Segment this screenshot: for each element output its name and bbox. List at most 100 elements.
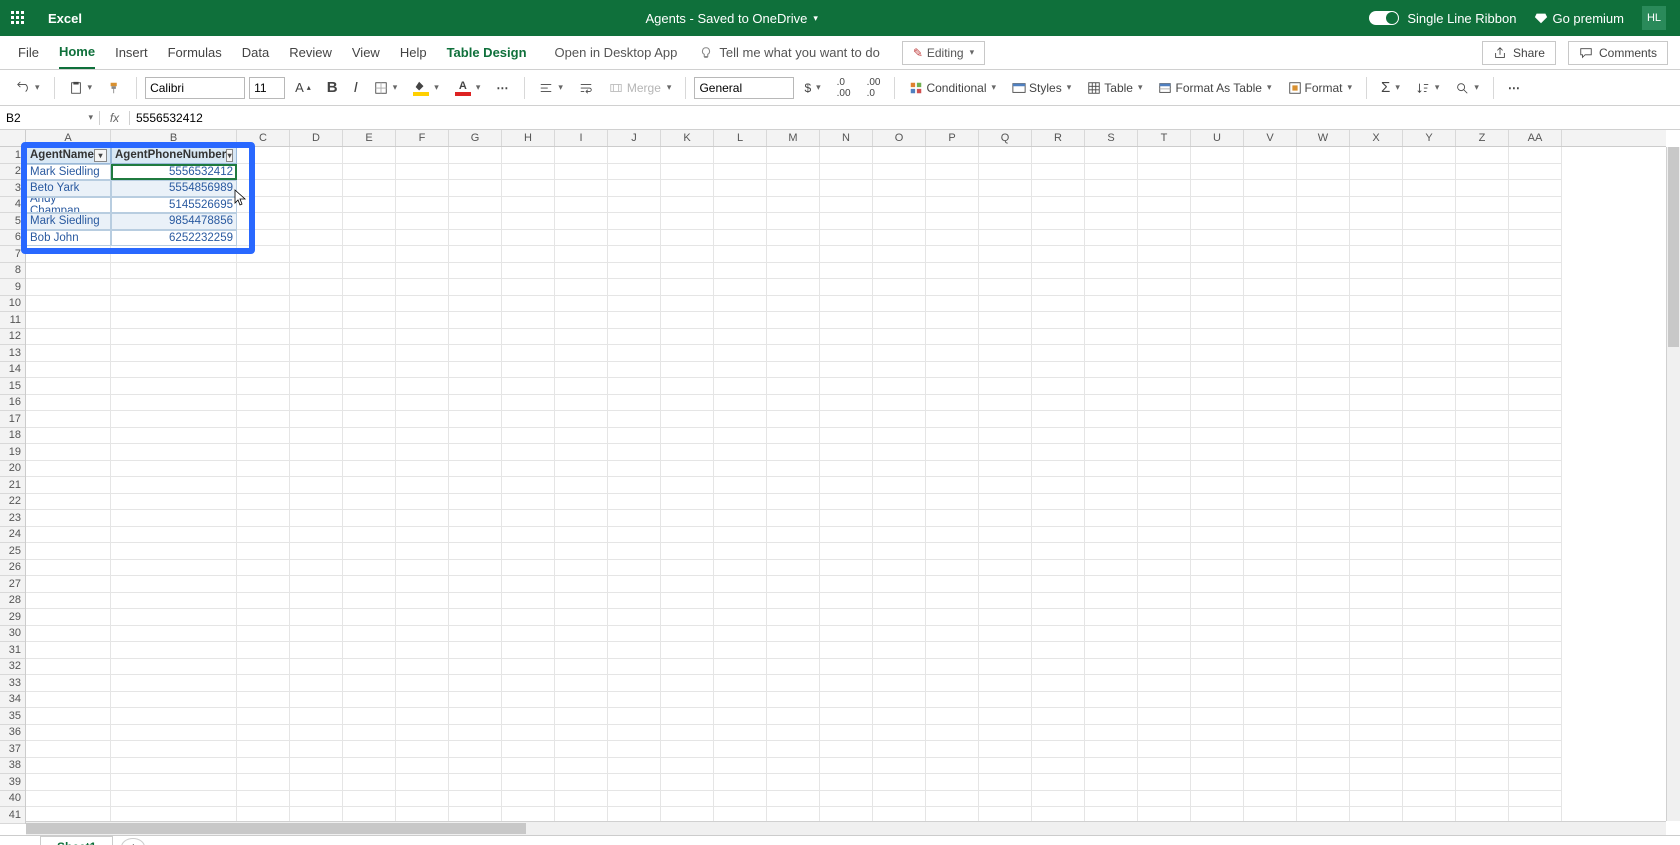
cell[interactable]	[608, 609, 661, 626]
cell[interactable]	[1138, 626, 1191, 643]
cell[interactable]	[714, 395, 767, 412]
row-header[interactable]: 37	[0, 741, 25, 758]
cell[interactable]	[396, 725, 449, 742]
cell[interactable]	[873, 444, 926, 461]
cell[interactable]	[767, 395, 820, 412]
column-header[interactable]: H	[502, 130, 555, 146]
cell[interactable]	[1403, 659, 1456, 676]
cell[interactable]	[979, 296, 1032, 313]
cell[interactable]	[502, 708, 555, 725]
cell[interactable]	[661, 362, 714, 379]
cell[interactable]	[1244, 362, 1297, 379]
cell[interactable]	[926, 263, 979, 280]
row-header[interactable]: 41	[0, 807, 25, 824]
cell[interactable]	[767, 444, 820, 461]
cell[interactable]	[502, 461, 555, 478]
cell[interactable]	[1297, 345, 1350, 362]
cell[interactable]	[290, 560, 343, 577]
cell[interactable]	[1032, 411, 1085, 428]
cell[interactable]	[767, 164, 820, 181]
cell[interactable]	[555, 758, 608, 775]
cell[interactable]	[1032, 758, 1085, 775]
cell[interactable]	[714, 609, 767, 626]
cell[interactable]	[767, 263, 820, 280]
cell[interactable]	[111, 329, 237, 346]
cell[interactable]	[396, 230, 449, 247]
cell[interactable]	[820, 543, 873, 560]
sheet-nav[interactable]: ‹›	[0, 840, 40, 845]
cell[interactable]	[926, 279, 979, 296]
cell[interactable]	[1350, 576, 1403, 593]
cell[interactable]	[767, 461, 820, 478]
cell[interactable]	[714, 312, 767, 329]
cell[interactable]	[1297, 527, 1350, 544]
cell[interactable]	[1350, 312, 1403, 329]
cell[interactable]	[26, 642, 111, 659]
cell[interactable]	[820, 659, 873, 676]
cell[interactable]	[608, 180, 661, 197]
cell[interactable]	[608, 345, 661, 362]
cell[interactable]	[1244, 527, 1297, 544]
document-title[interactable]: Agents - Saved to OneDrive ▾	[94, 11, 1369, 26]
cell[interactable]	[1085, 197, 1138, 214]
cell[interactable]	[767, 345, 820, 362]
cell[interactable]	[820, 527, 873, 544]
cell[interactable]	[1191, 164, 1244, 181]
cell[interactable]	[396, 461, 449, 478]
cell[interactable]	[1297, 180, 1350, 197]
cell[interactable]	[1297, 494, 1350, 511]
cell[interactable]	[608, 527, 661, 544]
cell[interactable]	[608, 461, 661, 478]
cell[interactable]	[714, 180, 767, 197]
cell[interactable]	[1403, 510, 1456, 527]
cell[interactable]	[502, 741, 555, 758]
cell[interactable]	[1032, 692, 1085, 709]
cell[interactable]	[1191, 296, 1244, 313]
cell[interactable]	[1191, 791, 1244, 808]
cell[interactable]	[1032, 576, 1085, 593]
cell[interactable]	[1032, 741, 1085, 758]
cell[interactable]	[237, 180, 290, 197]
cell[interactable]	[979, 477, 1032, 494]
cell[interactable]	[555, 345, 608, 362]
cell[interactable]	[1138, 329, 1191, 346]
cell[interactable]	[608, 246, 661, 263]
cell[interactable]	[1244, 197, 1297, 214]
cell[interactable]	[714, 527, 767, 544]
cell[interactable]	[873, 279, 926, 296]
cell[interactable]	[714, 213, 767, 230]
cell[interactable]	[714, 147, 767, 164]
cell[interactable]	[661, 477, 714, 494]
cell[interactable]	[661, 461, 714, 478]
cell[interactable]	[1297, 395, 1350, 412]
cell[interactable]	[555, 428, 608, 445]
cell[interactable]	[608, 197, 661, 214]
cell[interactable]	[873, 362, 926, 379]
cell[interactable]	[1350, 725, 1403, 742]
cell[interactable]	[1509, 312, 1562, 329]
cell[interactable]	[555, 741, 608, 758]
cell[interactable]	[1138, 263, 1191, 280]
cell[interactable]	[1456, 411, 1509, 428]
cell[interactable]	[714, 296, 767, 313]
cell[interactable]	[979, 543, 1032, 560]
cell[interactable]	[449, 312, 502, 329]
cell[interactable]	[1191, 213, 1244, 230]
cell[interactable]	[873, 180, 926, 197]
row-header[interactable]: 10	[0, 296, 25, 313]
cell[interactable]	[820, 642, 873, 659]
row-header[interactable]: 38	[0, 758, 25, 775]
cell-styles-button[interactable]: Styles▾	[1006, 78, 1077, 98]
cell[interactable]	[1085, 593, 1138, 610]
cell[interactable]	[714, 659, 767, 676]
cell[interactable]	[1403, 527, 1456, 544]
cell[interactable]	[502, 444, 555, 461]
cell[interactable]	[979, 527, 1032, 544]
cell[interactable]	[767, 758, 820, 775]
cell[interactable]	[1456, 741, 1509, 758]
cell[interactable]	[111, 725, 237, 742]
cell[interactable]	[1138, 543, 1191, 560]
cell[interactable]	[1509, 213, 1562, 230]
cell[interactable]	[608, 560, 661, 577]
cell[interactable]	[661, 147, 714, 164]
